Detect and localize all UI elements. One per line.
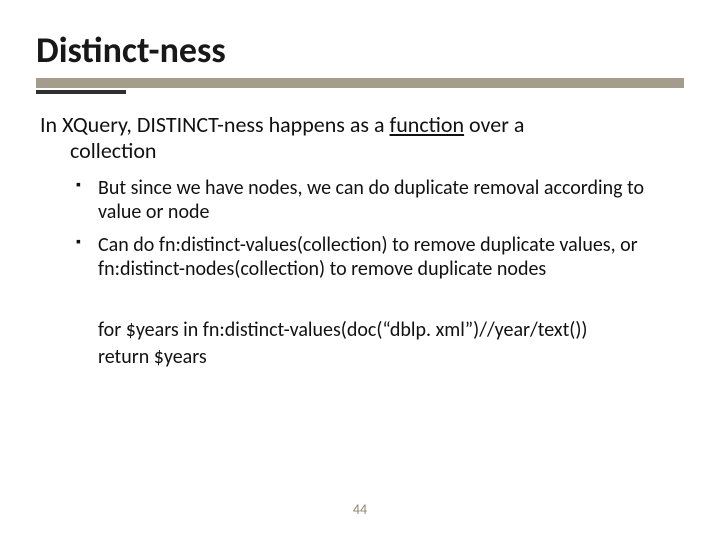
intro-line2: collection	[40, 138, 676, 164]
page-number: 44	[0, 501, 720, 518]
code-line: for $years in fn:distinct-values(doc(“db…	[98, 317, 676, 344]
body: In XQuery, DISTINCT-ness happens as a fu…	[36, 94, 684, 371]
intro-paragraph: In XQuery, DISTINCT-ness happens as a fu…	[40, 112, 676, 164]
intro-suffix: over a	[464, 111, 524, 138]
list-item: But since we have nodes, we can do dupli…	[98, 176, 676, 225]
rule-top	[36, 78, 684, 88]
slide-title: Distinct-ness	[36, 28, 684, 72]
bullet-list: But since we have nodes, we can do dupli…	[40, 176, 676, 282]
intro-underlined: function	[390, 111, 465, 138]
rule-accent	[36, 90, 126, 94]
list-item: Can do fn:distinct-values(collection) to…	[98, 233, 676, 282]
intro-prefix: In XQuery, DISTINCT-ness happens as a	[40, 111, 390, 138]
slide: Distinct-ness In XQuery, DISTINCT-ness h…	[0, 0, 720, 540]
code-line: return $years	[98, 344, 676, 371]
code-example: for $years in fn:distinct-values(doc(“db…	[40, 317, 676, 371]
title-rule	[36, 78, 684, 94]
title-block: Distinct-ness	[36, 28, 684, 94]
